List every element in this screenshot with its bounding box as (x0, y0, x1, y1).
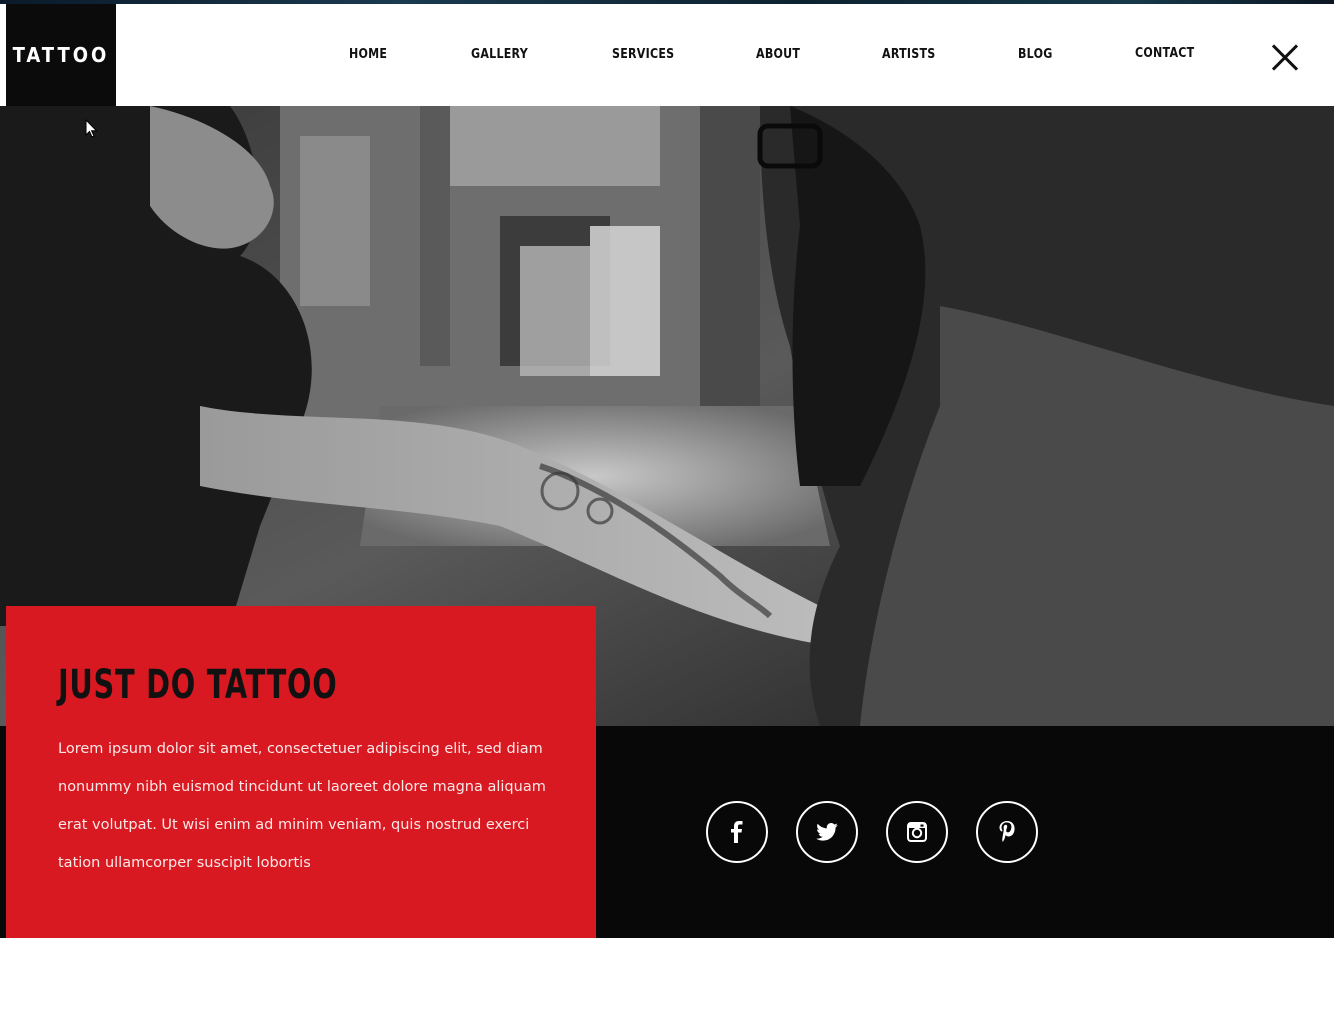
card-body: Lorem ipsum dolor sit amet, consectetuer… (58, 741, 546, 871)
nav-item-gallery[interactable]: GALLERY (471, 46, 528, 62)
nav-item-contact[interactable]: CONTACT (1135, 45, 1194, 61)
nav-item-blog[interactable]: BLOG (1018, 46, 1053, 62)
page-bottom (0, 938, 1334, 1023)
facebook-button[interactable] (706, 801, 768, 863)
instagram-button[interactable] (886, 801, 948, 863)
nav-item-artists[interactable]: ARTISTS (882, 46, 935, 62)
nav-item-services[interactable]: SERVICES (612, 46, 674, 62)
card-title: JUST DO TATTOO (58, 662, 338, 708)
main-nav: HOME GALLERY SERVICES ABOUT ARTISTS BLOG… (0, 4, 1334, 106)
twitter-button[interactable] (796, 801, 858, 863)
intro-card: JUST DO TATTOO Lorem ipsum dolor sit ame… (6, 606, 596, 938)
instagram-icon (907, 822, 927, 842)
pinterest-button[interactable] (976, 801, 1038, 863)
close-icon[interactable] (1270, 43, 1300, 73)
twitter-icon (816, 823, 838, 841)
mouse-cursor-icon (85, 119, 98, 138)
nav-item-about[interactable]: ABOUT (756, 46, 800, 62)
pinterest-icon (999, 821, 1015, 842)
facebook-icon (731, 821, 743, 843)
site-header: TATTOO HOME GALLERY SERVICES ABOUT ARTIS… (0, 4, 1334, 106)
nav-item-home[interactable]: HOME (349, 46, 387, 62)
